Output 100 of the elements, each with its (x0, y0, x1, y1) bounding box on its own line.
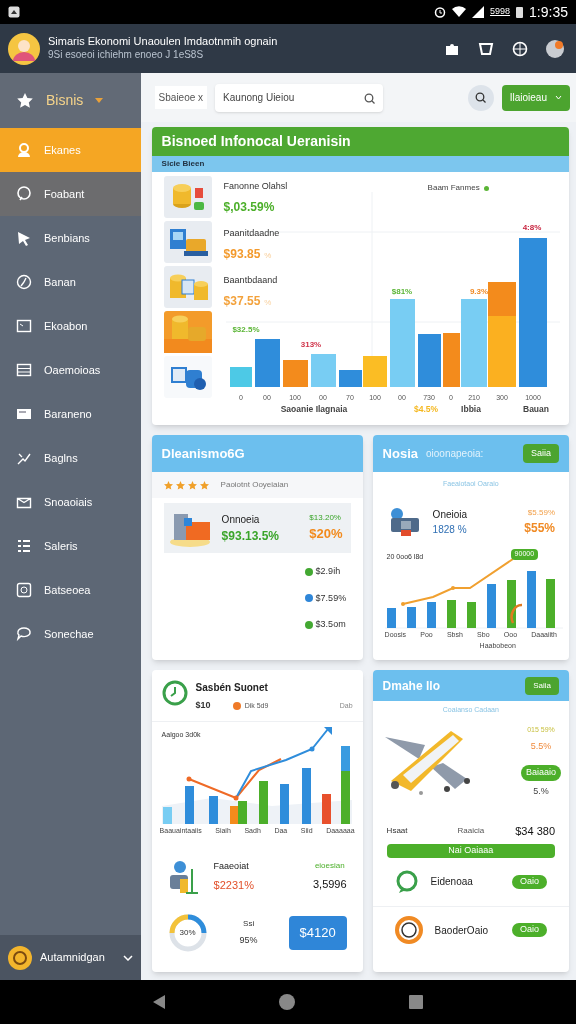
alarm-icon (434, 6, 447, 18)
chat-icon (16, 186, 32, 202)
bar (545, 579, 555, 628)
speech-icon (16, 626, 32, 642)
value-label: 9.3% (469, 287, 488, 296)
bar (426, 602, 436, 628)
frame-icon (16, 582, 32, 598)
search-button[interactable] (467, 84, 494, 111)
share-value: 95% (239, 933, 258, 947)
item-total: 3,5996 (312, 877, 347, 893)
profile-icon[interactable] (546, 39, 564, 58)
summary-label: Hsaat (386, 825, 408, 838)
avatar-icon (8, 32, 40, 65)
change-value: $5.59% (527, 507, 555, 519)
bar (229, 367, 252, 387)
axis-label: Saoanie Ilagnaia (280, 404, 347, 414)
sidebar-item[interactable]: Batseoea (0, 568, 141, 612)
bar (162, 807, 172, 824)
card-note: oioonapeoia: (426, 447, 484, 461)
filter-chip[interactable]: Sbaieoe x (154, 86, 208, 109)
sidebar-item[interactable]: Snoaoiais (0, 480, 141, 524)
coins-icon (163, 266, 212, 308)
card-title: Bisnoed Infonocal Ueranisin (151, 127, 569, 156)
cursor-icon (16, 230, 32, 246)
metric-value: $93.85 % (223, 245, 273, 263)
card-subtitle: Sicie Bieen (151, 156, 569, 172)
metric-value: $,03.59% (223, 198, 276, 216)
item-name: Oneioia (432, 508, 468, 522)
star-icon (163, 480, 173, 490)
list-icon (16, 362, 32, 378)
home-icon[interactable] (279, 994, 295, 1010)
star-icon (16, 91, 34, 110)
sidebar-item[interactable]: Saleris (0, 524, 141, 568)
notification-icon (8, 6, 20, 18)
dropdown-button[interactable]: Ilaioieau (501, 84, 570, 111)
sidebar-item[interactable]: Baglns (0, 436, 141, 480)
sidebar-item[interactable]: Ekoabon (0, 304, 141, 348)
sidebar-item[interactable]: Sonechae (0, 612, 141, 656)
legend-dot-icon (483, 185, 489, 191)
sidebar-item[interactable]: Baraneno (0, 392, 141, 436)
bar (184, 786, 194, 824)
bar (237, 801, 247, 824)
card-button[interactable]: Saiia (523, 444, 559, 463)
card-title: Nosia (382, 444, 418, 463)
bar (486, 584, 496, 628)
axis-label: $4.5% (413, 404, 438, 414)
legend-label: Baam Fanmes (427, 182, 480, 194)
item-note: eioesian (314, 860, 345, 873)
bar (208, 796, 218, 824)
bar (506, 580, 516, 628)
globe-icon[interactable] (512, 40, 528, 57)
section-dropdown[interactable]: Bisnis (46, 90, 84, 111)
data-point (309, 746, 315, 752)
ring-icon (394, 916, 423, 944)
metric-label: Baantbdaand (223, 274, 279, 287)
carrier-label: 5998 (490, 5, 511, 19)
caret-icon (95, 98, 104, 103)
bar (229, 806, 239, 824)
axis-label: Bauan (522, 404, 549, 414)
bar (279, 784, 289, 824)
item-value: $93.13.5% (221, 527, 279, 545)
star-icon (175, 480, 185, 490)
bar (282, 360, 308, 387)
amount-value: $10 (195, 699, 211, 712)
data-point (450, 586, 455, 590)
bar (526, 571, 536, 628)
clock-icon (161, 680, 188, 706)
cash-register-icon (163, 221, 212, 263)
card-title: Dmahe llo (382, 677, 440, 695)
wallet-icon (163, 356, 212, 398)
search-icon (364, 92, 376, 104)
chevron-icon (122, 954, 133, 961)
search-field[interactable]: Kaunong Uieiou (215, 83, 384, 112)
item-name: Onnoeia (221, 512, 261, 527)
sidebar-item[interactable]: Banan (0, 260, 141, 304)
value-label: $32.5% (232, 325, 260, 334)
search-icon (475, 92, 487, 103)
legend-dot-icon (232, 701, 241, 710)
coins-icon (163, 176, 212, 218)
card-title: Sasbén Suonet (195, 681, 269, 695)
item-value: $2231% (213, 878, 254, 893)
amount-button[interactable]: $4120 (288, 915, 347, 950)
back-icon[interactable] (153, 995, 165, 1009)
window-icon (16, 318, 32, 334)
stat-value: 5.5% (530, 739, 552, 753)
donut-chart-drawing (167, 912, 208, 953)
sidebar-item[interactable]: Benbians (0, 216, 141, 260)
bar (258, 781, 268, 824)
bar (417, 334, 441, 387)
bar (466, 602, 476, 628)
sidebar-item[interactable]: Oaemoioas (0, 348, 141, 392)
card-button[interactable]: Saiia (525, 676, 559, 695)
status-banner: Nai Oaiaaa (386, 843, 555, 858)
item-value: 1828 % (432, 523, 468, 537)
metric-label: Paanitdaadne (223, 227, 281, 240)
value-label: $81% (391, 287, 412, 296)
sidebar-item[interactable]: Foabant (0, 172, 141, 216)
account-switcher[interactable]: Autamnidgan (0, 935, 141, 980)
app-subtitle: 9Si esoeoi ichiehm enoeo J 1eS8S (48, 49, 205, 62)
clock-time: 1:9:35 (529, 2, 568, 22)
